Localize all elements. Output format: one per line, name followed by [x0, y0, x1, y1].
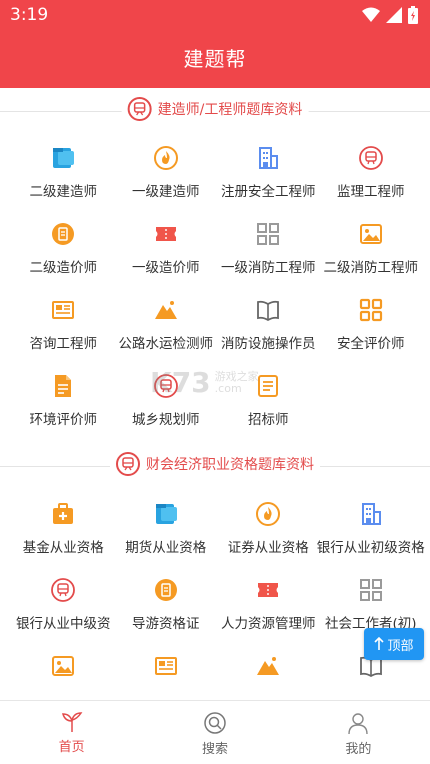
exam-category-label: 招标师	[248, 412, 289, 428]
exam-category-label: 二级消防工程师	[323, 260, 419, 276]
exam-category-label: 二级造价师	[29, 260, 98, 276]
tab-home[interactable]: 首页	[0, 701, 143, 764]
exam-category-item[interactable]: 环境评价师	[12, 362, 115, 438]
exam-category-item[interactable]: 注册安全工程师	[217, 134, 320, 210]
newspaper-icon	[49, 296, 77, 324]
building-icon	[254, 144, 282, 172]
train-icon	[127, 97, 152, 121]
exam-category-label: 咨询工程师	[29, 336, 98, 352]
book-icon	[254, 296, 282, 324]
certificate-icon	[152, 576, 180, 604]
tab-label: 我的	[345, 742, 372, 757]
exam-category-label: 监理工程师	[337, 184, 405, 200]
app-header: 建题帮	[0, 30, 430, 88]
exam-category-item[interactable]: 一级建造师	[115, 134, 218, 210]
arrow-up-icon	[374, 637, 385, 650]
exam-category-item[interactable]: 公路水运检测师	[115, 286, 218, 362]
exam-category-item[interactable]: 人力资源管理师	[217, 566, 320, 642]
exam-category-label: 城乡规划师	[132, 412, 200, 428]
exam-category-label: 二级建造师	[29, 184, 98, 200]
train-icon	[49, 576, 77, 604]
status-time: 3:19	[10, 5, 49, 25]
exam-category-label: 导游资格证	[132, 616, 200, 632]
exam-category-item[interactable]: 咨询工程师	[12, 286, 115, 362]
exam-category-label: 银行从业初级资格	[316, 540, 425, 556]
exam-category-item[interactable]: 二级造价师	[12, 210, 115, 286]
train-icon	[116, 452, 140, 476]
bottom-tab-bar: 首页 搜索 我的	[0, 700, 430, 764]
exam-category-item[interactable]: 银行从业中级资	[12, 566, 115, 642]
exam-category-label: 一级造价师	[132, 260, 200, 276]
exam-category-label: 注册安全工程师	[221, 184, 316, 200]
exam-category-label: 一级消防工程师	[221, 260, 316, 276]
exam-category-item[interactable]: 二级消防工程师	[320, 210, 423, 286]
train-icon	[357, 144, 385, 172]
ticket-icon	[254, 576, 282, 604]
exam-category-item[interactable]: 一级造价师	[115, 210, 218, 286]
exam-category-item[interactable]: 二级建造师	[12, 134, 115, 210]
status-icons	[362, 6, 418, 24]
document-icon	[49, 144, 77, 172]
exam-category-item[interactable]: 期货从业资格	[115, 490, 218, 566]
fire-icon	[152, 144, 180, 172]
exam-category-item[interactable]: 银行从业初级资格	[316, 490, 425, 566]
tab-search[interactable]: 搜索	[143, 701, 286, 764]
exam-category-item[interactable]: 消防设施操作员	[217, 286, 320, 362]
exam-category-item[interactable]: 导游资格证	[115, 566, 218, 642]
fire-icon	[254, 500, 282, 528]
battery-icon	[408, 6, 418, 24]
exam-category-label: 安全评价师	[337, 336, 405, 352]
certificate-icon	[49, 220, 77, 248]
mountain-icon	[254, 652, 282, 680]
train-icon	[152, 372, 180, 400]
search-icon	[204, 712, 226, 734]
list-icon	[254, 372, 282, 400]
mountain-icon	[152, 296, 180, 324]
back-to-top-button[interactable]: 顶部	[364, 628, 424, 660]
section-header-finance: 财会经济职业资格题库资料	[0, 448, 430, 484]
image-icon	[49, 652, 77, 680]
section-title: 建造师/工程师题库资料	[157, 102, 303, 118]
building-icon	[357, 500, 385, 528]
exam-category-label: 一级建造师	[132, 184, 200, 200]
exam-category-label: 基金从业资格	[22, 540, 104, 556]
exam-category-label: 消防设施操作员	[221, 336, 316, 352]
exam-category-item[interactable]: 监理工程师	[320, 134, 423, 210]
exam-category-item[interactable]: 招标师	[217, 362, 320, 438]
exam-category-label: 期货从业资格	[125, 540, 207, 556]
tab-profile[interactable]: 我的	[287, 701, 430, 764]
exam-grid-construction: 二级建造师 一级建造师 注册安全工程师 监理工程师二级造价师 一级造价师 一级消防工程师二…	[0, 134, 430, 438]
exam-category-item[interactable]: 城乡规划师	[115, 362, 218, 438]
status-bar: 3:19	[0, 0, 430, 30]
user-icon	[348, 713, 369, 735]
tab-label: 搜索	[201, 742, 228, 757]
exam-category-label: 环境评价师	[29, 412, 98, 428]
ticket-icon	[152, 220, 180, 248]
exam-category-item[interactable]: 证券从业资格	[217, 490, 320, 566]
section-header-construction: 建造师/工程师题库资料	[0, 93, 430, 129]
exam-category-item[interactable]: 基金从业资格	[12, 490, 115, 566]
exam-category-label: 人力资源管理师	[221, 616, 316, 632]
exam-category-item[interactable]: 一级消防工程师	[217, 210, 320, 286]
apps-icon	[357, 296, 385, 324]
wifi-icon	[362, 7, 380, 22]
exam-category-label: 银行从业中级资	[16, 616, 111, 632]
page-title: 建题帮	[183, 47, 247, 71]
grid-icon	[357, 576, 385, 604]
exam-grid-finance: 基金从业资格 期货从业资格 证券从业资格 银行从业初级资格银行从业中级资 导游资格证 人力…	[0, 490, 430, 718]
image-icon	[357, 220, 385, 248]
file-icon	[49, 372, 77, 400]
grid-icon	[254, 220, 282, 248]
exam-category-label: 公路水运检测师	[118, 336, 214, 352]
signal-icon	[386, 7, 402, 23]
document-icon	[152, 500, 180, 528]
exam-category-label: 证券从业资格	[227, 540, 309, 556]
sprout-icon	[61, 712, 83, 732]
back-to-top-label: 顶部	[387, 638, 414, 654]
exam-category-item[interactable]: 安全评价师	[320, 286, 423, 362]
medkit-icon	[49, 500, 77, 528]
tab-label: 首页	[58, 740, 85, 755]
newspaper-icon	[152, 652, 180, 680]
section-title: 财会经济职业资格题库资料	[146, 457, 314, 473]
